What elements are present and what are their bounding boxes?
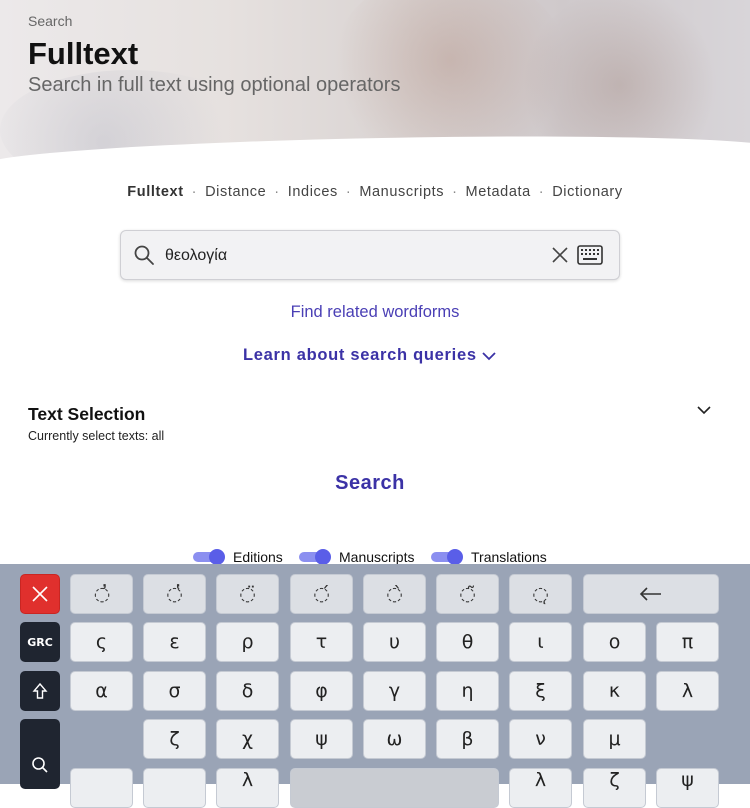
backspace-icon: [639, 587, 661, 601]
tab-distance[interactable]: Distance: [205, 184, 266, 200]
key-glyph: ◌: [459, 583, 476, 605]
toggle-label: Editions: [233, 549, 283, 565]
search-icon: [134, 245, 154, 265]
letter-key[interactable]: θ: [436, 622, 499, 662]
diacritic-key[interactable]: ◌̔: [143, 574, 206, 614]
letter-key[interactable]: λ: [656, 671, 719, 711]
key-glyph: ◌: [532, 583, 549, 605]
letter-key[interactable]: ζ: [583, 768, 646, 808]
page-title: Fulltext: [28, 36, 139, 71]
diacritic-key[interactable]: ◌̓: [70, 574, 133, 614]
toggle-label: Translations: [471, 549, 547, 565]
letter-key[interactable]: [143, 768, 206, 808]
toggle-knob: [447, 549, 463, 565]
tab-separator: ·: [452, 184, 458, 200]
toggle-knob: [315, 549, 331, 565]
keyboard-shift-key[interactable]: [20, 671, 60, 711]
tab-metadata[interactable]: Metadata: [466, 184, 531, 200]
tab-manuscripts[interactable]: Manuscripts: [359, 184, 444, 200]
search-box: [120, 230, 620, 280]
letter-key[interactable]: ν: [509, 719, 572, 759]
letter-key[interactable]: η: [436, 671, 499, 711]
search-mode-tabs: Fulltext · Distance · Indices · Manuscripts · Me…: [0, 184, 750, 200]
keyboard-icon[interactable]: [577, 244, 603, 266]
tab-separator: ·: [538, 184, 545, 200]
search-input[interactable]: [163, 241, 547, 271]
letter-key[interactable]: δ: [216, 671, 279, 711]
keyboard-close-key[interactable]: [20, 574, 60, 614]
letter-key[interactable]: α: [70, 671, 133, 711]
chevron-down-icon[interactable]: [695, 402, 713, 418]
tab-fulltext[interactable]: Fulltext: [127, 184, 183, 200]
page-subtitle: Search in full text using optional opera…: [28, 74, 401, 96]
letter-key[interactable]: ψ: [290, 719, 353, 759]
diacritic-key[interactable]: ◌́: [290, 574, 353, 614]
letter-key[interactable]: ω: [363, 719, 426, 759]
letter-key[interactable]: κ: [583, 671, 646, 711]
key-glyph: ◌: [166, 583, 183, 605]
key-glyph: ◌: [93, 583, 111, 605]
close-icon: [32, 586, 48, 602]
letter-key[interactable]: ζ: [143, 719, 206, 759]
tab-dictionary[interactable]: Dictionary: [552, 184, 622, 200]
letter-key[interactable]: μ: [583, 719, 646, 759]
chevron-down-icon[interactable]: [480, 348, 498, 364]
letter-key[interactable]: σ: [143, 671, 206, 711]
letter-key[interactable]: ο: [583, 622, 646, 662]
letter-key[interactable]: ε: [143, 622, 206, 662]
space-key[interactable]: [290, 768, 499, 808]
text-selection-status: Currently select texts: all: [28, 429, 165, 443]
learn-search-queries-link[interactable]: Learn about search queries: [243, 346, 477, 365]
find-related-wordforms-link[interactable]: Find related wordforms: [0, 303, 750, 322]
tab-separator: ·: [345, 184, 352, 200]
letter-key[interactable]: ι: [509, 622, 572, 662]
text-selection-title[interactable]: Text Selection: [28, 404, 145, 425]
letter-key[interactable]: [70, 768, 133, 808]
tab-indices[interactable]: Indices: [288, 184, 338, 200]
letter-key[interactable]: ρ: [216, 622, 279, 662]
backspace-key[interactable]: [583, 574, 719, 614]
letter-key[interactable]: ξ: [509, 671, 572, 711]
letter-key[interactable]: γ: [363, 671, 426, 711]
header-banner: Search Fulltext Search in full text usin…: [0, 0, 750, 160]
diacritic-key[interactable]: ◌ͅ: [509, 574, 572, 614]
clear-icon[interactable]: [551, 246, 569, 264]
shift-icon: [32, 682, 48, 699]
letter-key[interactable]: λ: [216, 768, 279, 808]
toggle-knob: [209, 549, 225, 565]
letter-key[interactable]: π: [656, 622, 719, 662]
toggle-label: Manuscripts: [339, 549, 415, 565]
keyboard-language-key[interactable]: GRC: [20, 622, 60, 662]
letter-key[interactable]: τ: [290, 622, 353, 662]
search-button[interactable]: Search: [300, 472, 440, 500]
virtual-keyboard: GRC ◌̓ ◌̔ ◌̈ ◌́ ◌̀ ◌͂ ◌ͅ ς ε ρ τ υ θ ι ο…: [0, 564, 750, 808]
tab-separator: ·: [274, 184, 280, 200]
letter-key[interactable]: β: [436, 719, 499, 759]
keyboard-search-key[interactable]: [20, 719, 60, 789]
search-icon: [32, 757, 48, 773]
key-glyph: ◌: [386, 583, 403, 605]
letter-key[interactable]: υ: [363, 622, 426, 662]
letter-key[interactable]: λ: [509, 768, 572, 808]
key-glyph: ◌: [239, 583, 256, 605]
tab-separator: ·: [191, 184, 198, 200]
diacritic-key[interactable]: ◌̈: [216, 574, 279, 614]
diacritic-key[interactable]: ◌̀: [363, 574, 426, 614]
diacritic-key[interactable]: ◌͂: [436, 574, 499, 614]
letter-key[interactable]: ς: [70, 622, 133, 662]
letter-key[interactable]: χ: [216, 719, 279, 759]
letter-key[interactable]: ψ: [656, 768, 719, 808]
letter-key[interactable]: φ: [290, 671, 353, 711]
breadcrumb[interactable]: Search: [28, 13, 72, 29]
key-glyph: ◌: [313, 583, 330, 605]
